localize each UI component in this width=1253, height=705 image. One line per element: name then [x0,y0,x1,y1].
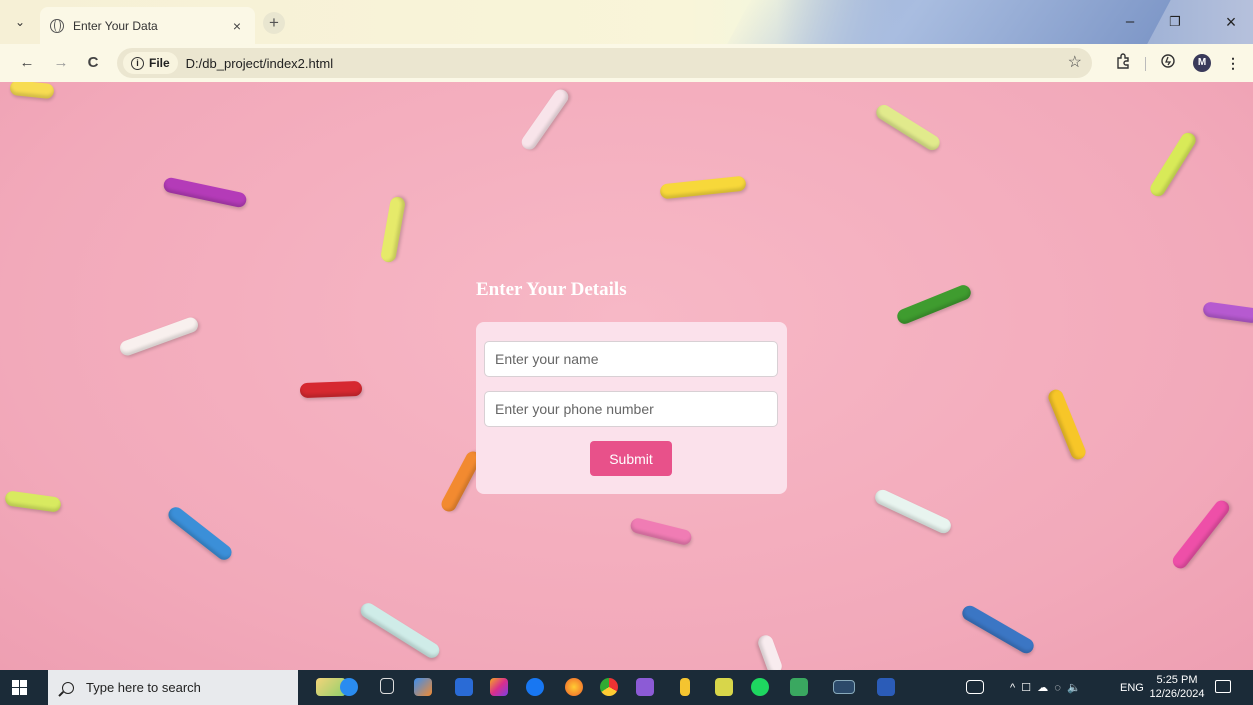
browser-tab-strip: ⌄ Enter Your Data × + – ❐ × [0,0,1253,44]
sprinkle-decoration [299,380,363,399]
sprinkle-decoration [1147,129,1199,200]
copilot-icon[interactable] [340,678,358,696]
theme-decoration [724,0,1176,44]
sprinkle-decoration [9,82,55,100]
page-background: Enter Your Details Submit [0,82,1253,670]
news-icon[interactable] [966,680,984,694]
toolbar-divider [1145,57,1146,71]
visual-studio-icon[interactable] [636,678,654,696]
spotify-icon[interactable] [751,678,769,696]
restore-button[interactable]: ❐ [1160,12,1190,32]
chevron-down-icon[interactable]: ⌄ [10,12,30,32]
info-icon: i [131,56,144,70]
site-info-label: File [149,56,170,70]
sprinkle-decoration [165,504,235,563]
sprinkle-decoration [162,176,248,209]
facebook-icon[interactable] [526,678,544,696]
name-input[interactable] [484,341,778,377]
search-placeholder: Type here to search [86,680,201,695]
sprinkle-decoration [518,86,572,153]
window-close-button[interactable]: × [1216,12,1246,32]
back-arrow-icon[interactable]: ← [17,53,37,73]
app-icon[interactable] [715,678,733,696]
performance-icon[interactable] [1158,53,1178,73]
mysql-icon[interactable] [833,680,855,694]
chrome-icon[interactable] [600,678,618,696]
url-text[interactable]: D:/db_project/index2.html [186,56,333,71]
app-icon[interactable] [790,678,808,696]
sprinkle-decoration [873,102,943,153]
page-title: Enter Your Details [476,279,627,300]
sprinkle-decoration [659,175,747,200]
sprinkle-decoration [1202,301,1253,324]
taskbar-search[interactable]: Type here to search [48,670,298,705]
sprinkle-decoration [117,315,201,358]
file-explorer-icon[interactable] [680,678,690,696]
profile-avatar[interactable]: M [1193,54,1211,72]
site-info-chip[interactable]: i File [123,52,178,74]
form-card: Submit [476,322,787,494]
clock-time: 5:25 PM [1156,674,1198,686]
sprinkle-decoration [357,600,443,661]
language-indicator[interactable]: ENG [1120,670,1144,705]
firefox-icon[interactable] [565,678,583,696]
clock-date: 12/26/2024 [1149,688,1205,700]
globe-icon [50,18,64,33]
sprinkle-decoration [959,603,1037,656]
tab-title: Enter Your Data [73,18,158,33]
taskbar: Type here to search ^ ☐ ☁ ◌ 🔈 ENG 5:25 P… [0,670,1253,705]
clock[interactable]: 5:25 PM 12/26/2024 [1147,673,1207,701]
extensions-icon[interactable] [1113,53,1133,73]
instagram-icon[interactable] [490,678,508,696]
phone-input[interactable] [484,391,778,427]
plus-icon[interactable]: + [263,12,285,34]
close-icon[interactable]: × [229,18,245,34]
sprinkle-decoration [1046,387,1088,462]
star-icon[interactable]: ☆ [1068,52,1082,72]
reload-icon[interactable]: C [83,53,103,73]
sprinkle-decoration [895,282,973,327]
sprinkle-decoration [1169,497,1233,572]
minimize-button[interactable]: – [1115,12,1145,32]
forward-arrow-icon[interactable]: → [51,53,71,73]
sprinkle-decoration [756,633,784,670]
address-bar[interactable]: i File D:/db_project/index2.html ☆ [117,48,1092,78]
browser-toolbar: ← → C i File D:/db_project/index2.html ☆… [0,44,1253,82]
app-icon[interactable] [414,678,432,696]
task-view-icon[interactable] [380,678,394,694]
windows-start-icon[interactable] [12,680,28,696]
search-icon [62,681,74,694]
store-icon[interactable] [455,678,473,696]
sprinkle-decoration [4,490,62,513]
notification-icon[interactable] [1215,680,1231,693]
sprinkle-decoration [872,487,954,536]
submit-button[interactable]: Submit [590,441,672,476]
more-icon[interactable]: ⋮ [1223,53,1243,73]
sprinkle-decoration [379,195,407,264]
browser-tab[interactable]: Enter Your Data × [40,7,255,44]
tray-icons[interactable]: ^ ☐ ☁ ◌ 🔈 [1010,670,1081,705]
word-icon[interactable] [877,678,895,696]
sprinkle-decoration [629,516,693,547]
